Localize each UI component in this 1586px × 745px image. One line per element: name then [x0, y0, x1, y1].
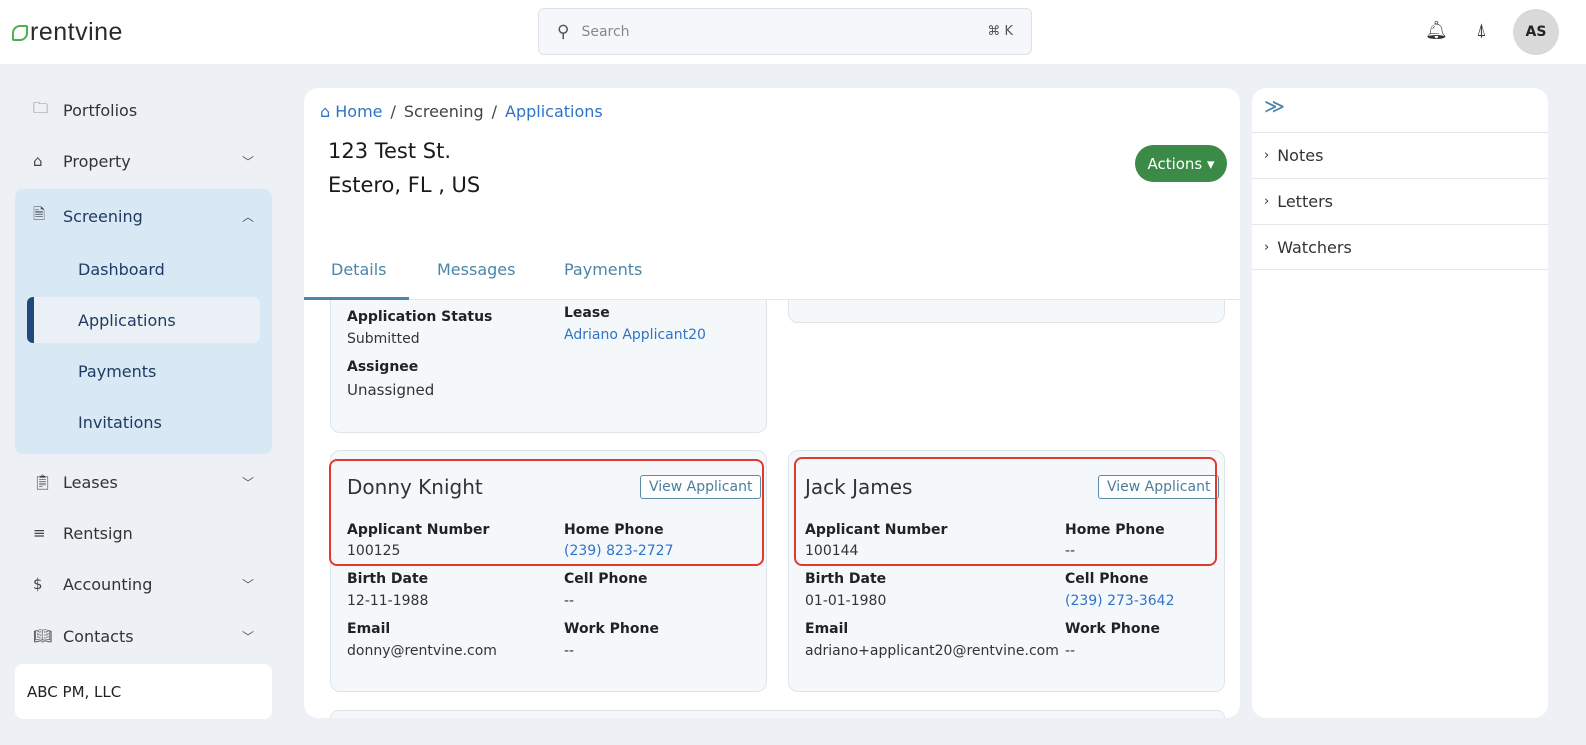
sidebar-sub-payments[interactable]: Payments [27, 348, 260, 394]
search-input[interactable]: ⚲ Search ⌘ K [538, 8, 1032, 55]
breadcrumb-applications[interactable]: Applications [505, 102, 603, 121]
tab-messages[interactable]: Messages [437, 250, 515, 300]
panel-notes[interactable]: › Notes [1252, 132, 1548, 178]
sidebar-sub-dashboard[interactable]: Dashboard [27, 246, 260, 292]
actions-button[interactable]: Actions ▾ [1135, 145, 1227, 182]
home-icon: ⌂ [320, 102, 331, 121]
sidebar-item-property[interactable]: ⌂ Property ﹀ [15, 139, 272, 183]
chevron-down-icon: ﹀ [241, 475, 254, 490]
collapse-icon[interactable]: ≫ [1264, 94, 1285, 118]
cell-phone-link[interactable]: (239) 273-3642 [1065, 593, 1175, 609]
clipboard-icon: 📋︎ [33, 473, 53, 491]
logo[interactable]: rentvine [12, 18, 123, 47]
rocket-icon[interactable]: ⍋ [1476, 20, 1487, 41]
breadcrumb-home[interactable]: ⌂ Home [320, 102, 383, 121]
book-icon: 📖︎ [33, 627, 53, 645]
breadcrumb: ⌂ Home / Screening / Applications [320, 102, 603, 121]
tab-bar: Details Messages Payments [304, 238, 1240, 300]
sidebar-item-portfolios[interactable]: 🗀 Portfolios [15, 88, 272, 132]
chevron-right-icon: › [1264, 239, 1270, 255]
info-card [788, 300, 1225, 323]
org-switcher[interactable]: ABC PM, LLC [15, 664, 272, 719]
summary-card: Application Status Submitted Lease Adria… [330, 300, 767, 433]
highlight-box [329, 459, 764, 566]
chevron-right-icon: › [1264, 194, 1270, 209]
next-card [330, 710, 1225, 718]
sidebar-sub-invitations[interactable]: Invitations [27, 399, 260, 445]
tab-payments[interactable]: Payments [564, 250, 642, 300]
folder-icon: 🗀 [33, 98, 49, 117]
chevron-right-icon: › [1264, 148, 1270, 163]
sidebar-item-accounting[interactable]: $ Accounting ﹀ [15, 562, 272, 606]
lease-link[interactable]: Adriano Applicant20 [564, 327, 706, 343]
building-icon: ⌂ [33, 152, 43, 170]
right-panel: ≫ › Notes › Letters › Watchers [1252, 88, 1548, 718]
sidebar-item-screening[interactable]: 🗎 Screening ︿ [15, 194, 272, 238]
sign-icon: ≡ [33, 524, 46, 542]
highlight-box [794, 457, 1217, 566]
screening-icon: 🗎 [33, 204, 46, 223]
sidebar-item-rentsign[interactable]: ≡ Rentsign [15, 511, 272, 555]
panel-letters[interactable]: › Letters [1252, 178, 1548, 224]
chevron-down-icon: ﹀ [241, 154, 254, 169]
leaf-icon [12, 24, 28, 41]
sidebar-item-leases[interactable]: 📋︎ Leases ﹀ [15, 460, 272, 504]
page-title: 123 Test St. Estero, FL , US [328, 139, 481, 197]
chevron-down-icon: ﹀ [241, 577, 254, 592]
main-panel: ⌂ Home / Screening / Applications 123 Te… [304, 88, 1240, 718]
details-scroll[interactable]: Application Status Submitted Lease Adria… [304, 300, 1240, 718]
panel-watchers[interactable]: › Watchers [1252, 224, 1548, 270]
sidebar-sub-applications[interactable]: Applications [27, 297, 260, 343]
avatar[interactable]: AS [1513, 9, 1559, 55]
breadcrumb-screening: Screening [403, 102, 484, 121]
tab-details[interactable]: Details [304, 250, 409, 300]
chevron-down-icon: ﹀ [241, 629, 254, 644]
bell-icon[interactable]: 🔔︎ [1425, 20, 1448, 41]
dollar-icon: $ [33, 575, 43, 593]
chevron-up-icon: ︿ [241, 209, 254, 224]
sidebar-item-contacts[interactable]: 📖︎ Contacts ﹀ [15, 614, 272, 658]
search-icon: ⚲ [557, 21, 570, 42]
